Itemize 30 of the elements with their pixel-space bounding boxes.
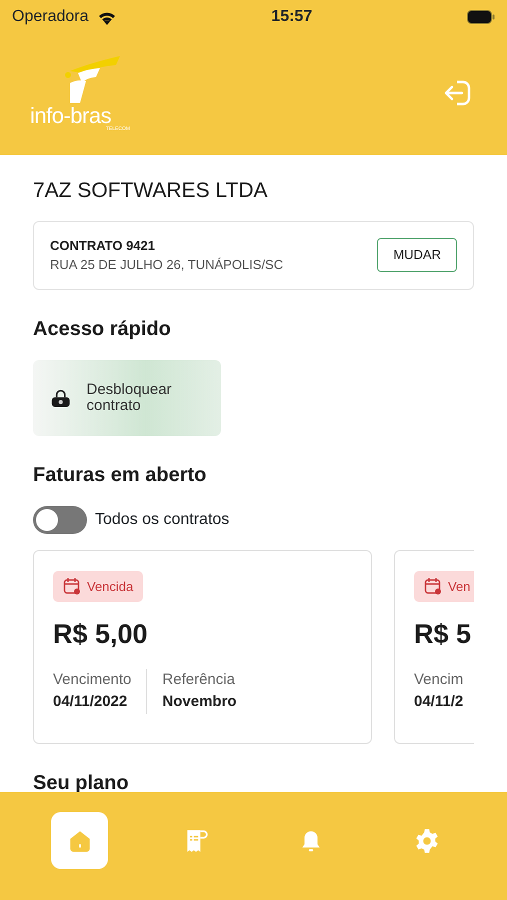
company-name: 7AZ SOFTWARES LTDA — [33, 178, 269, 204]
toggle-switch[interactable] — [33, 506, 87, 534]
section-title: Seu plano — [33, 770, 130, 796]
due-label: Vencim — [414, 670, 464, 690]
section-title: Acesso rápido — [33, 316, 172, 342]
invoice-card[interactable]: Vencida R$ 5,00 Vencimento 04/11/2022 Referência Novembro — [33, 550, 372, 744]
contract-title: CONTRATO 9421 — [50, 236, 156, 254]
due-label: Vencimento — [53, 670, 132, 690]
calendar-icon — [424, 577, 442, 596]
invoice-amount: R$ 5 — [414, 618, 472, 651]
status-badge: Ven — [414, 570, 474, 602]
reference-label: Referência — [162, 670, 236, 690]
toggle-label: Todos os contratos — [95, 510, 230, 530]
reference-month: Novembro — [162, 692, 237, 712]
unlock-contract-button[interactable]: Desbloquear contrato — [33, 360, 221, 436]
section-title: Faturas em aberto — [33, 462, 208, 488]
home-tab[interactable] — [51, 812, 108, 869]
contract-address: RUA 25 DE JULHO 26, TUNÁPOLIS/SC — [50, 256, 284, 274]
carrier-name: Operadora — [12, 7, 88, 27]
calendar-icon — [63, 577, 81, 596]
invoice-card[interactable]: Ven R$ 5 Vencim 04/11/2 — [394, 550, 474, 744]
due-date: 04/11/2022 — [53, 692, 128, 712]
logo-name: info-bras — [30, 105, 112, 127]
invoice-amount: R$ 5,00 — [53, 618, 149, 651]
due-date: 04/11/2 — [414, 692, 464, 712]
settings-icon — [414, 828, 440, 854]
change-button[interactable]: MUDAR — [377, 238, 457, 272]
clock: 15:57 — [271, 7, 312, 27]
status-badge: Vencida — [53, 570, 144, 602]
battery-icon — [467, 10, 496, 24]
